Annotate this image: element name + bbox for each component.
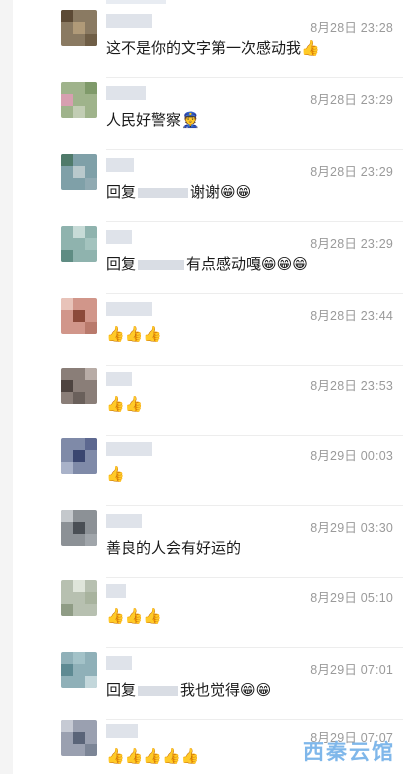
username-blurred[interactable] <box>106 302 152 316</box>
comment-text: 回复 我也觉得😁😁 <box>106 679 271 700</box>
avatar[interactable] <box>61 652 97 688</box>
comment-item[interactable]: 8月28日 23:28 这不是你的文字第一次感动我👍 <box>13 6 403 78</box>
comment-time: 8月28日 23:29 <box>310 237 393 251</box>
username-blurred[interactable] <box>106 724 138 738</box>
comment-text: 人民好警察👮 <box>106 112 200 129</box>
blurred-mention[interactable] <box>138 188 189 199</box>
comment-text: 善良的人会有好运的 <box>106 540 242 557</box>
reply-prefix: 回复 <box>106 682 137 699</box>
comment-text: 👍👍👍👍👍 <box>106 748 200 765</box>
comment-time: 8月29日 05:10 <box>310 591 393 605</box>
comment-time: 8月28日 23:28 <box>310 21 393 35</box>
comment-text: 回复 谢谢😁😁 <box>106 181 251 202</box>
comment-time: 8月28日 23:29 <box>310 93 393 107</box>
comment-time: 8月28日 23:44 <box>310 309 393 323</box>
comment-list: 8月28日 23:28 这不是你的文字第一次感动我👍 8月28日 23:29 人… <box>13 0 403 774</box>
comment-item[interactable]: 8月29日 05:10 👍👍👍 <box>13 576 403 648</box>
comment-item[interactable]: 8月28日 23:29 回复 有点感动嘎😁😁😁 <box>13 222 403 294</box>
username-blurred[interactable] <box>106 514 142 528</box>
comment-text: 👍 <box>106 466 125 483</box>
comment-text: 回复 有点感动嘎😁😁😁 <box>106 253 308 274</box>
comment-item[interactable]: 8月28日 23:29 人民好警察👮 <box>13 78 403 150</box>
username-blurred[interactable] <box>106 158 134 172</box>
reply-prefix: 回复 <box>106 184 137 201</box>
avatar[interactable] <box>61 720 97 756</box>
watermark-logo: 西秦云馆 <box>303 740 395 764</box>
comment-time: 8月28日 23:53 <box>310 379 393 393</box>
avatar[interactable] <box>61 510 97 546</box>
comment-item[interactable]: 8月29日 00:03 👍 <box>13 434 403 506</box>
avatar[interactable] <box>61 154 97 190</box>
reply-content: 谢谢😁😁 <box>190 184 252 201</box>
avatar[interactable] <box>61 438 97 474</box>
blurred-mention[interactable] <box>138 260 185 271</box>
comment-text: 这不是你的文字第一次感动我👍 <box>106 40 320 57</box>
comment-text: 👍👍👍 <box>106 608 163 625</box>
username-blurred[interactable] <box>106 86 146 100</box>
avatar[interactable] <box>61 580 97 616</box>
comment-time: 8月29日 00:03 <box>310 449 393 463</box>
comment-item[interactable]: 8月29日 07:01 回复 我也觉得😁😁 <box>13 648 403 720</box>
reply-prefix: 回复 <box>106 256 137 273</box>
avatar[interactable] <box>61 82 97 118</box>
avatar[interactable] <box>61 10 97 46</box>
username-blurred[interactable] <box>106 442 152 456</box>
comment-time: 8月28日 23:29 <box>310 165 393 179</box>
blurred-mention[interactable] <box>138 686 179 697</box>
username-blurred[interactable] <box>106 14 152 28</box>
avatar[interactable] <box>61 368 97 404</box>
avatar[interactable] <box>61 226 97 262</box>
comment-text: 👍👍 <box>106 396 144 413</box>
comment-text: 👍👍👍 <box>106 326 163 343</box>
comment-item[interactable]: 8月28日 23:53 👍👍 <box>13 364 403 436</box>
comment-item[interactable]: 8月28日 23:44 👍👍👍 <box>13 294 403 366</box>
cropped-username <box>106 0 166 4</box>
reply-content: 我也觉得😁😁 <box>180 682 272 699</box>
comment-item[interactable]: 8月29日 03:30 善良的人会有好运的 <box>13 506 403 578</box>
username-blurred[interactable] <box>106 372 132 386</box>
comment-time: 8月29日 07:01 <box>310 663 393 677</box>
comment-time: 8月29日 03:30 <box>310 521 393 535</box>
username-blurred[interactable] <box>106 230 132 244</box>
avatar[interactable] <box>61 298 97 334</box>
reply-content: 有点感动嘎😁😁😁 <box>186 256 308 273</box>
comment-item[interactable]: 8月28日 23:29 回复 谢谢😁😁 <box>13 150 403 222</box>
username-blurred[interactable] <box>106 656 132 670</box>
username-blurred[interactable] <box>106 584 126 598</box>
